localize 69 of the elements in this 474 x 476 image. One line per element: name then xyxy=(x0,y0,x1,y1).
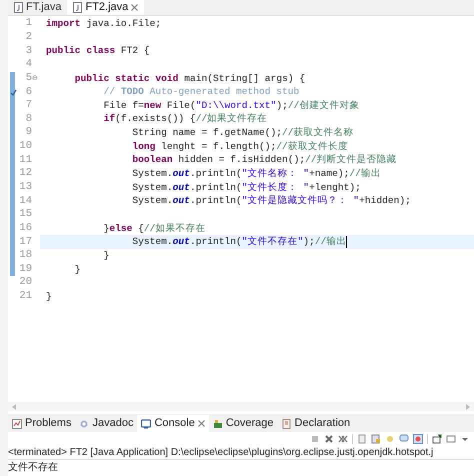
line-number: 7 xyxy=(26,99,32,112)
line-number: 12 xyxy=(19,167,32,180)
line-number: 10 xyxy=(19,140,32,154)
line-number: 1 xyxy=(26,17,32,30)
chart-window-icon xyxy=(12,418,22,428)
line-number: 11 xyxy=(19,154,32,167)
remove-all-icon[interactable] xyxy=(338,434,348,444)
line-number: 13 xyxy=(19,181,32,194)
line-number: 20 xyxy=(19,276,32,290)
task-marker-icon[interactable] xyxy=(10,88,17,96)
line-number: 17 xyxy=(19,236,32,249)
panel-tab[interactable]: Console xyxy=(137,415,209,432)
line-number: 5 xyxy=(26,72,32,85)
bar-block-icon xyxy=(212,418,223,428)
line-number: 19 xyxy=(19,262,32,276)
panel-tab[interactable]: Javadoc xyxy=(75,415,138,432)
monitor-icon[interactable] xyxy=(446,434,456,444)
line-number: 9 xyxy=(26,126,32,140)
close-icon[interactable] xyxy=(131,4,138,10)
line-number: 16 xyxy=(19,222,32,235)
editor-tab[interactable]: FT.java xyxy=(8,0,68,15)
panel-tab[interactable]: Coverage xyxy=(208,415,278,432)
document-icon[interactable] xyxy=(357,434,367,444)
console-switch-icon[interactable] xyxy=(413,434,423,444)
text-cursor xyxy=(346,236,348,248)
code-line: public class FT2 { xyxy=(46,44,150,58)
page-icon xyxy=(282,418,292,428)
code-line: // TODO Auto-generated method stub xyxy=(102,85,300,99)
code-line: import java.io.File; xyxy=(46,17,162,31)
code-line: System.out.println("文件名称： "+name);//输出 xyxy=(131,167,381,181)
code-line: System.out.println("文件是隐藏文件吗？： "+hidden); xyxy=(131,194,411,208)
monitor-icon xyxy=(141,418,152,428)
line-number: 21 xyxy=(19,290,32,304)
scroll-right-icon[interactable] xyxy=(466,404,470,410)
editor-tab[interactable]: FT2.java xyxy=(67,0,144,15)
console-output: 文件不存在 xyxy=(8,460,58,475)
panel-tab[interactable]: Declaration xyxy=(278,415,354,432)
document-lock-icon[interactable] xyxy=(371,434,381,444)
code-line: } xyxy=(102,248,110,263)
ring-icon xyxy=(79,418,90,428)
scroll-left-icon[interactable] xyxy=(12,404,16,410)
line-number: 3 xyxy=(26,44,32,58)
code-line: long lenght = f.length();//获取文件长度 xyxy=(131,140,348,154)
new-console-icon[interactable] xyxy=(432,434,442,444)
code-line: }else {//如果不存在 xyxy=(102,222,206,236)
stop-icon[interactable] xyxy=(310,434,320,444)
code-line: boolean hidden = f.isHidden();//判断文件是否隐藏 xyxy=(131,153,397,168)
line-number: 4 xyxy=(26,58,32,72)
code-line: String name = f.getName();//获取文件名称 xyxy=(131,126,354,140)
code-line: } xyxy=(74,262,81,276)
console-header: <terminated> FT2 [Java Application] D:\eclipse\eclipse\plugins\org.eclipse.justj.openjdk.hotspot.j xyxy=(8,446,474,460)
code-line: if(f.exists()) {//如果文件存在 xyxy=(102,112,268,126)
line-number: 8 xyxy=(26,112,32,126)
line-number: 2 xyxy=(26,30,32,44)
remove-icon[interactable] xyxy=(324,434,334,444)
java-file-icon xyxy=(14,2,23,12)
line-number: 18 xyxy=(19,249,32,262)
code-line: System.out.println("文件不存在");//输出 xyxy=(131,235,346,249)
close-icon[interactable] xyxy=(198,420,205,427)
java-file-icon xyxy=(73,2,82,12)
line-number: 14 xyxy=(19,194,32,208)
code-line: File f=new File("D:\\word.txt");//创建文件对象 xyxy=(102,98,360,112)
line-number: 6 xyxy=(26,86,32,99)
code-line: public static void main(String[] args) { xyxy=(74,72,306,86)
code-line: System.out.println("文件长度： "+lenght); xyxy=(131,180,361,194)
code-line: } xyxy=(46,290,52,304)
horizontal-scrollbar[interactable] xyxy=(8,402,474,411)
panel-tab[interactable]: Problems xyxy=(8,415,76,432)
line-number: 15 xyxy=(19,208,32,222)
